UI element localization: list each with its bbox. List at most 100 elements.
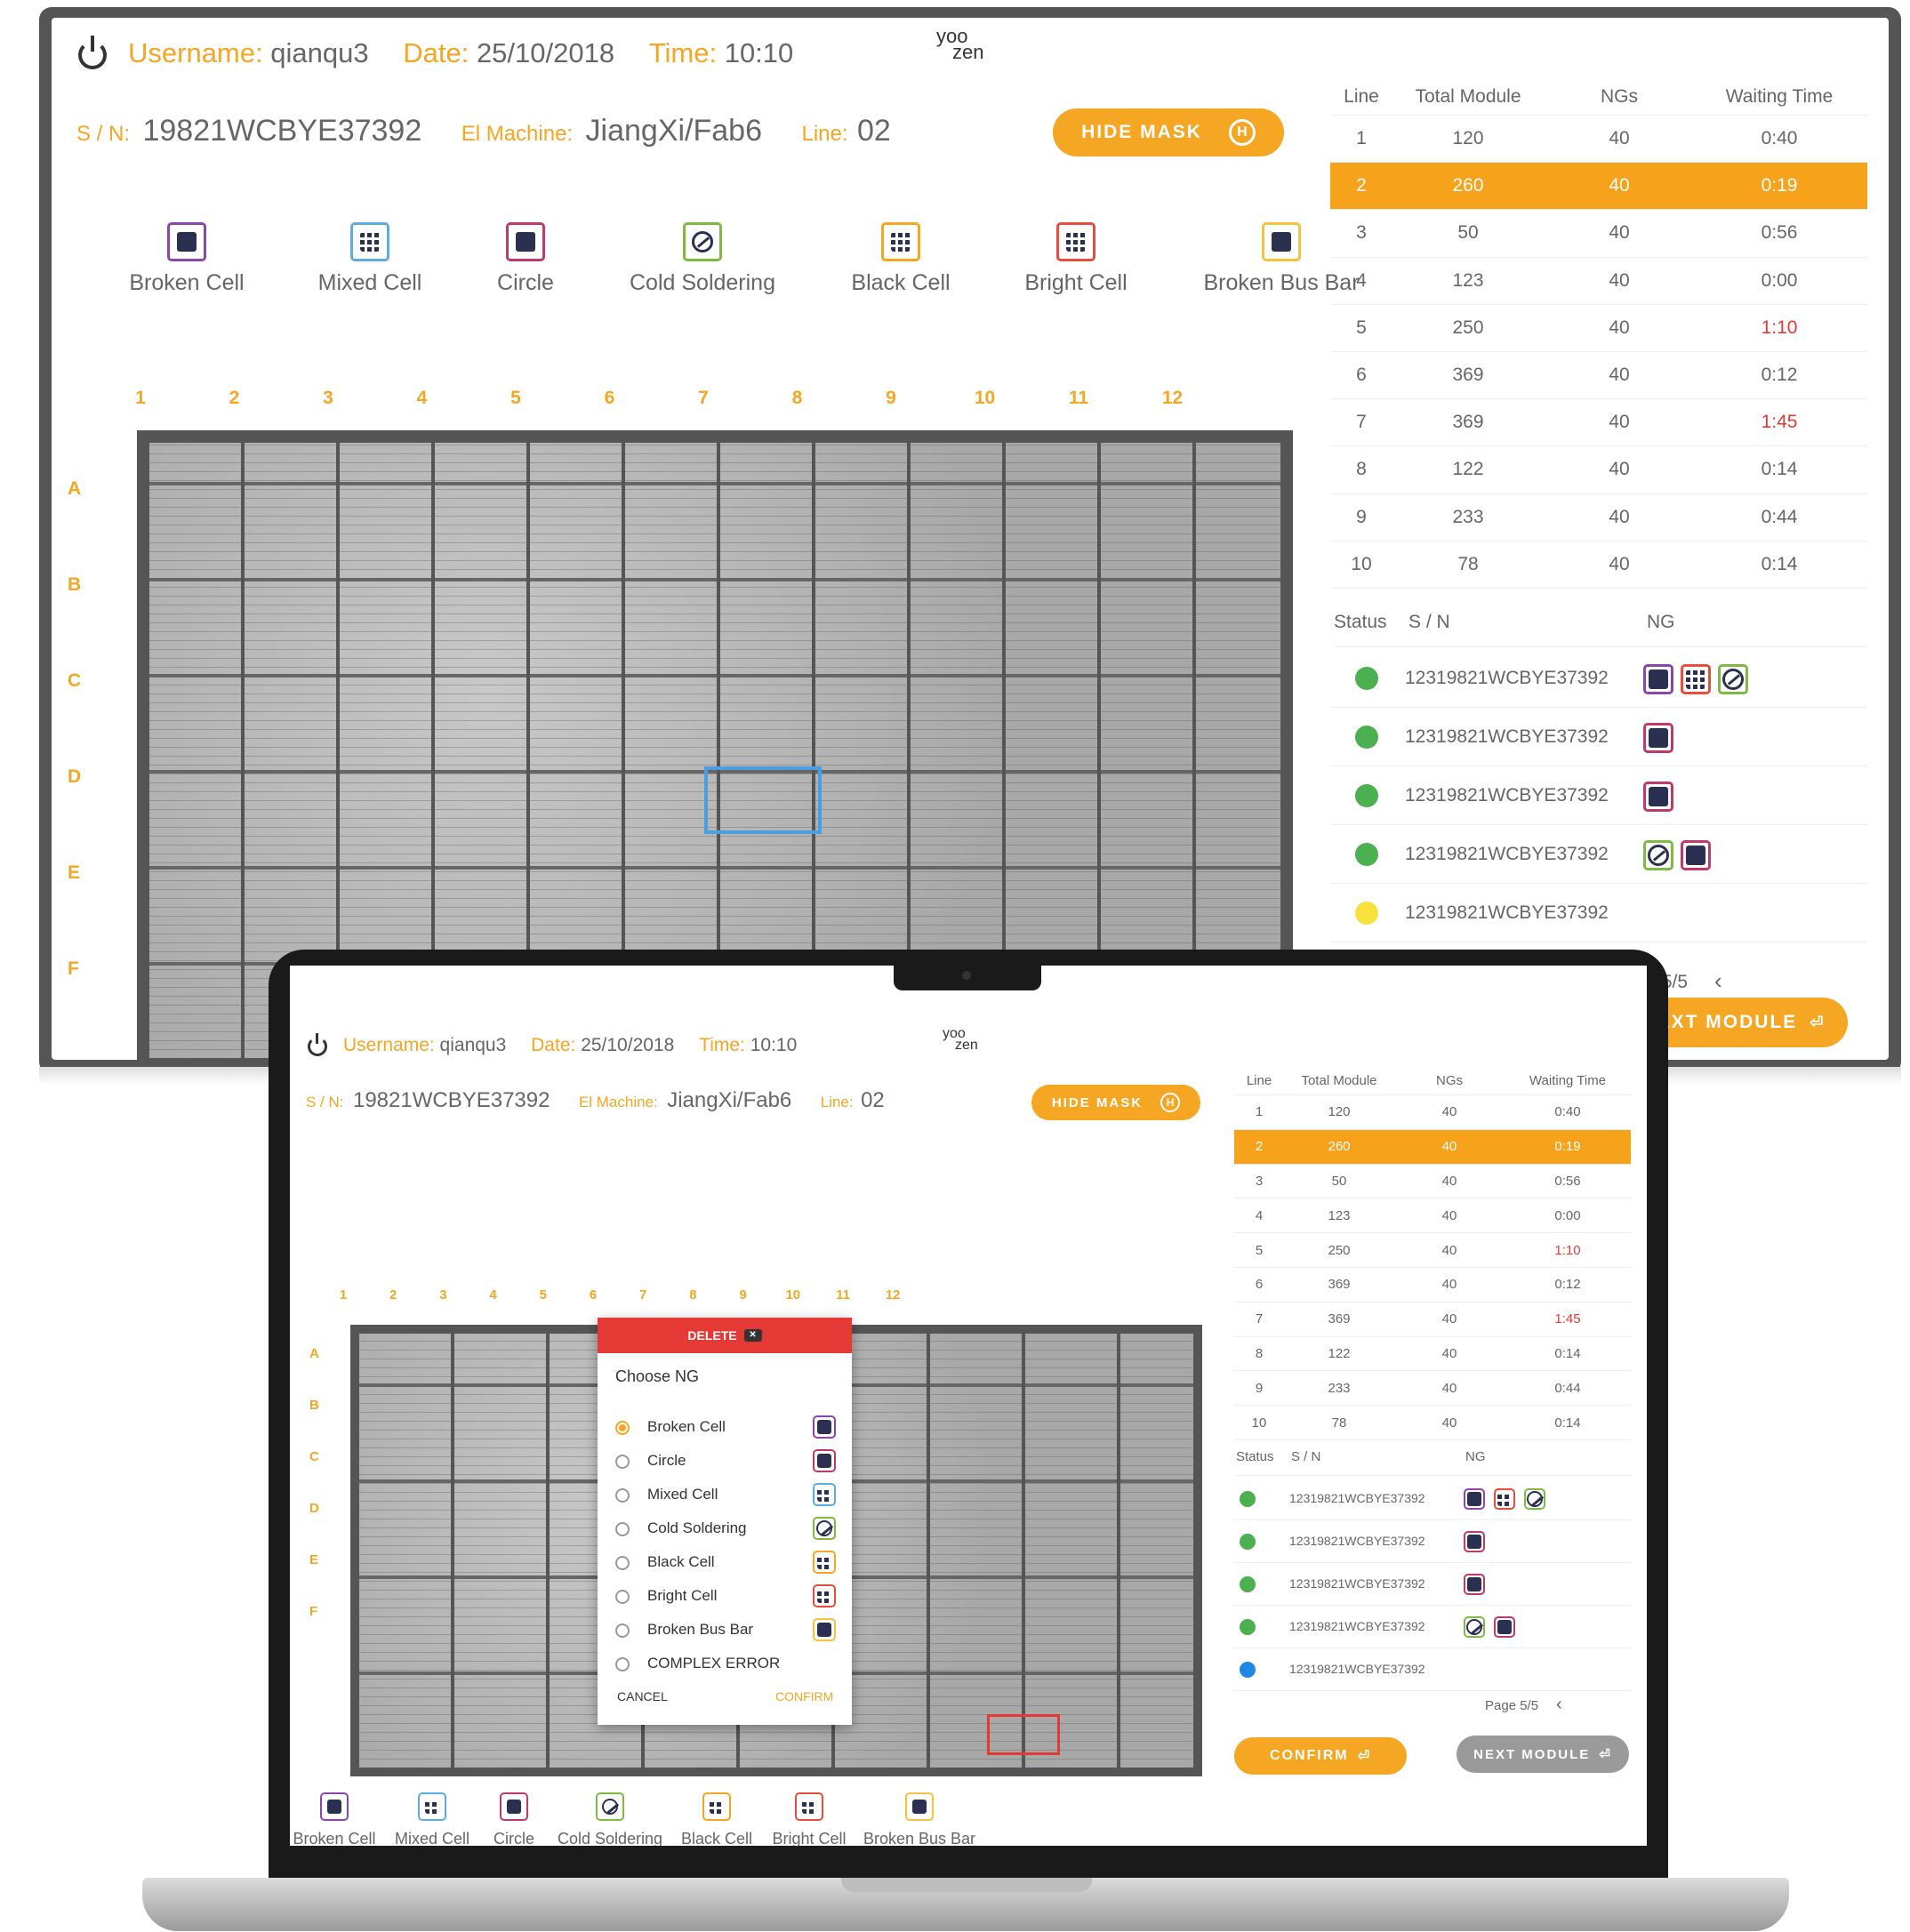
username: qianqu3 — [270, 37, 369, 68]
table-row[interactable]: 6 369 40 0:12 — [1234, 1268, 1631, 1303]
radio-button[interactable] — [615, 1623, 630, 1638]
table-row[interactable]: 4 123 40 0:00 — [1234, 1198, 1631, 1234]
table-row[interactable]: 2 260 40 0:19 — [1234, 1129, 1631, 1165]
table-row[interactable]: 4 123 40 0:00 — [1330, 258, 1867, 305]
toolbar-cold-soldering-button[interactable]: Cold Soldering — [614, 222, 791, 296]
option-label: COMPLEX ERROR — [647, 1655, 781, 1671]
table-cell: 369 — [1328, 1277, 1351, 1293]
table-cell: 40 — [1441, 1139, 1457, 1155]
status-row[interactable]: 12319821WCBYE37392 — [1330, 649, 1867, 708]
status-row[interactable]: 12319821WCBYE37392 — [1330, 825, 1867, 884]
table-cell: 0:14 — [1761, 459, 1798, 480]
table-row[interactable]: 9 233 40 0:44 — [1330, 494, 1867, 541]
status-row[interactable]: 12319821WCBYE37392 — [1234, 1563, 1631, 1606]
status-row[interactable]: 12319821WCBYE37392 — [1330, 884, 1867, 942]
table-cell: 40 — [1441, 1277, 1457, 1293]
status-row[interactable]: 12319821WCBYE37392 — [1234, 1648, 1631, 1691]
table-row[interactable]: 5 250 40 1:10 — [1330, 305, 1867, 352]
logo: yoo zen — [943, 1027, 996, 1063]
ng-option[interactable]: Broken Bus Bar — [615, 1618, 838, 1643]
table-row[interactable]: 1 120 40 0:40 — [1234, 1095, 1631, 1130]
status-row[interactable]: 12319821WCBYE37392 — [1330, 708, 1867, 766]
toolbar-broken-bus-bar-button[interactable]: Broken Bus Bar — [831, 1792, 1008, 1846]
username-label: Username: — [128, 37, 263, 68]
radio-button[interactable] — [615, 1522, 630, 1536]
header-info: Username: qianqu3 Date: 25/10/2018 Time:… — [343, 1035, 797, 1056]
radio-button[interactable] — [615, 1421, 630, 1435]
table-row[interactable]: 3 50 40 0:56 — [1330, 210, 1867, 258]
table-row[interactable]: 9 233 40 0:44 — [1234, 1371, 1631, 1407]
table-row[interactable]: 8 122 40 0:14 — [1330, 446, 1867, 494]
table-cell: 3 — [1356, 222, 1367, 244]
next-module-button[interactable]: NEXT MODULE ⏎ — [1457, 1736, 1629, 1773]
status-row[interactable]: 12319821WCBYE37392 — [1234, 1520, 1631, 1563]
next-module-label-back: EXT MODULE — [1657, 1012, 1798, 1032]
status-row[interactable]: 12319821WCBYE37392 — [1234, 1478, 1631, 1520]
table-cell: 369 — [1328, 1311, 1351, 1327]
selection-box[interactable] — [704, 766, 822, 834]
confirm-button[interactable]: CONFIRM ⏎ — [1234, 1737, 1407, 1775]
table-row[interactable]: 3 50 40 0:56 — [1234, 1165, 1631, 1199]
status-row[interactable]: 12319821WCBYE37392 — [1234, 1606, 1631, 1648]
radio-button[interactable] — [615, 1488, 630, 1503]
cancel-button[interactable]: CANCEL — [617, 1689, 668, 1704]
logo-bottom: zen — [952, 41, 984, 63]
ng-option[interactable]: Bright Cell — [615, 1584, 838, 1609]
page-indicator: Page 5/5 — [1485, 1698, 1539, 1713]
prev-page-button[interactable]: ‹ — [1556, 1695, 1562, 1715]
table-row[interactable]: 7 369 40 1:45 — [1234, 1303, 1631, 1337]
table-cell: 7 — [1356, 412, 1367, 433]
table-row[interactable]: 7 369 40 1:45 — [1330, 399, 1867, 447]
cold-soldering-icon — [1718, 664, 1748, 694]
table-row[interactable]: 1 120 40 0:40 — [1330, 116, 1867, 164]
toolbar-label: Circle — [497, 270, 554, 295]
machine-value: JiangXi/Fab6 — [667, 1088, 792, 1112]
column-label: 12 — [885, 1287, 901, 1303]
radio-button[interactable] — [615, 1455, 630, 1469]
ng-option[interactable]: Cold Soldering — [615, 1517, 838, 1542]
ng-option[interactable]: Mixed Cell — [615, 1483, 838, 1508]
table-cell: 0:44 — [1554, 1380, 1581, 1396]
cold-soldering-icon — [596, 1792, 624, 1821]
radio-button[interactable] — [615, 1590, 630, 1604]
toolbar-circle-button[interactable]: Circle — [437, 222, 614, 296]
toolbar-black-cell-button[interactable]: Black Cell — [812, 222, 990, 296]
header-line: Line — [1246, 1073, 1272, 1088]
toolbar-mixed-cell-button[interactable]: Mixed Cell — [281, 222, 459, 296]
column-label: 5 — [510, 388, 521, 408]
table-row[interactable]: 6 369 40 0:12 — [1330, 352, 1867, 400]
hide-mask-button[interactable]: HIDE MASK H — [1031, 1085, 1200, 1120]
broken-cell-icon — [813, 1415, 836, 1439]
radio-button[interactable] — [615, 1657, 630, 1671]
delete-button[interactable]: DELETE ✕ — [598, 1318, 852, 1353]
table-row[interactable]: 10 78 40 0:14 — [1234, 1406, 1631, 1440]
ng-option[interactable]: Black Cell — [615, 1551, 838, 1575]
table-row[interactable]: 2 260 40 0:19 — [1330, 163, 1867, 211]
hide-mask-button[interactable]: HIDE MASK H — [1053, 108, 1284, 156]
line-value: 02 — [856, 114, 891, 148]
hide-mask-label: HIDE MASK — [1081, 122, 1202, 142]
row-label: C — [68, 670, 82, 691]
mixed-cell-icon — [350, 222, 389, 261]
table-row[interactable]: 10 78 40 0:14 — [1330, 541, 1867, 589]
ng-option[interactable]: Broken Cell — [615, 1415, 838, 1440]
status-col-status: Status — [1236, 1449, 1274, 1464]
ng-option[interactable]: Circle — [615, 1449, 838, 1474]
prev-page-button[interactable]: ‹ — [1714, 967, 1722, 995]
radio-button[interactable] — [615, 1556, 630, 1570]
confirm-label: CONFIRM — [1269, 1748, 1349, 1763]
status-row[interactable]: 12319821WCBYE37392 — [1330, 766, 1867, 825]
ng-option[interactable]: COMPLEX ERROR — [615, 1652, 838, 1677]
table-cell: 7 — [1255, 1311, 1264, 1327]
broken-cell-icon — [1464, 1488, 1485, 1510]
confirm-dialog-button[interactable]: CONFIRM — [775, 1689, 833, 1704]
table-cell: 1 — [1255, 1104, 1264, 1120]
status-sn: 12319821WCBYE37392 — [1405, 843, 1609, 864]
status-col-ng: NG — [1465, 1449, 1486, 1464]
table-row[interactable]: 8 122 40 0:14 — [1234, 1337, 1631, 1372]
table-cell: 50 — [1331, 1173, 1347, 1189]
selection-box[interactable] — [987, 1714, 1060, 1755]
toolbar-broken-cell-button[interactable]: Broken Cell — [98, 222, 276, 296]
toolbar-bright-cell-button[interactable]: Bright Cell — [987, 222, 1165, 296]
table-row[interactable]: 5 250 40 1:10 — [1234, 1233, 1631, 1268]
